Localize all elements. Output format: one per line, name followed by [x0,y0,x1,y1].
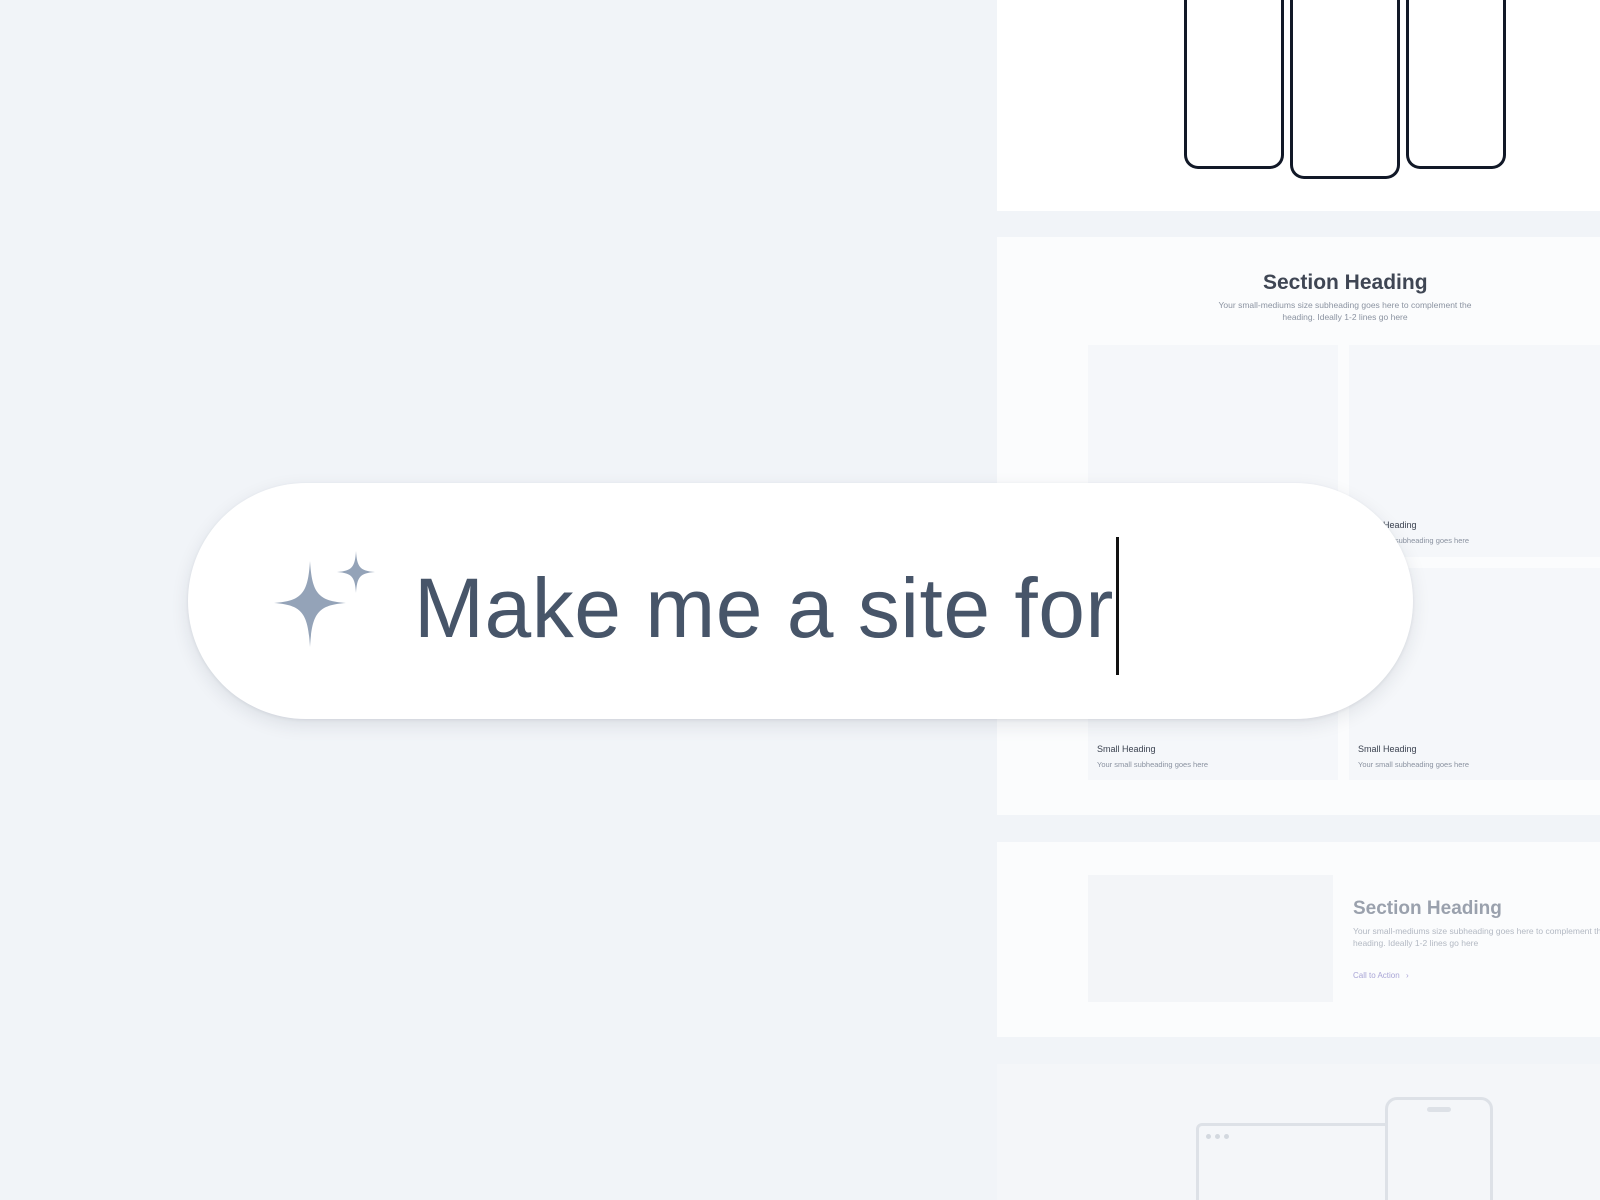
prompt-typed-text: Make me a site for [414,561,1114,655]
features-section-heading: Section Heading [1263,271,1428,294]
split-section-subheading: Your small-mediums size subheading goes … [1353,925,1600,949]
feature-card-3-sub: Your small subheading goes here [1097,760,1209,769]
split-image-placeholder [1088,875,1333,1002]
split-subheading-line-1: Your small-mediums size subheading goes … [1353,926,1600,936]
prompt-text[interactable]: Make me a site for [414,537,1119,675]
text-caret [1115,537,1119,675]
mobile-device-outline [1385,1097,1493,1200]
features-section-subheading: Your small-mediums size subheading goes … [1210,299,1480,323]
phone-outline-center [1290,0,1400,179]
feature-card-4-sub: Your small subheading goes here [1358,760,1470,769]
browser-window-outline [1196,1123,1402,1200]
split-subheading-line-2: heading. Ideally 1-2 lines go here [1353,938,1479,948]
chevron-right-icon: › [1405,971,1409,980]
phone-notch-icon [1427,1107,1451,1112]
split-section-heading: Section Heading [1353,898,1502,919]
call-to-action-link[interactable]: Call to Action › [1353,971,1409,980]
canvas: Section Heading Your small-mediums size … [0,0,1600,1200]
phone-outline-right [1406,0,1506,169]
sparkle-icon [274,551,375,647]
browser-dot-icon [1206,1134,1211,1139]
feature-card-4-title: Small Heading [1358,744,1417,754]
call-to-action-label: Call to Action [1353,971,1400,980]
features-subheading-line-1: Your small-mediums size subheading goes … [1218,300,1472,310]
browser-dot-icon [1215,1134,1220,1139]
phone-outline-left [1184,0,1284,169]
browser-dot-icon [1224,1134,1229,1139]
features-subheading-line-2: heading. Ideally 1-2 lines go here [1282,312,1408,322]
ai-prompt-input[interactable]: Make me a site for [188,483,1413,719]
feature-card-3-title: Small Heading [1097,744,1156,754]
